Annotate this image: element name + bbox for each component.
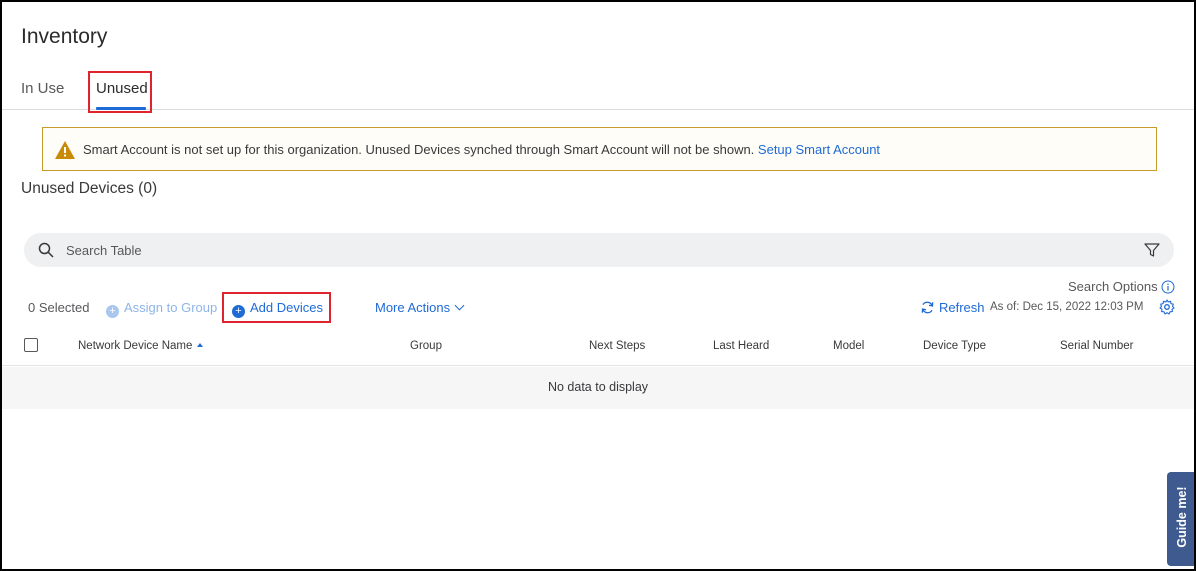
column-header-serial-number[interactable]: Serial Number — [1060, 340, 1134, 352]
refresh-button[interactable]: Refresh — [920, 300, 985, 315]
page-title: Inventory — [21, 25, 108, 48]
alert-message: Smart Account is not set up for this org… — [83, 142, 880, 157]
last-updated-timestamp: As of: Dec 15, 2022 12:03 PM — [990, 301, 1144, 313]
empty-table-message: No data to display — [547, 380, 649, 394]
column-header-group[interactable]: Group — [410, 340, 442, 352]
add-devices-highlight: + Add Devices — [222, 292, 331, 323]
table-header: Network Device Name Group Next Steps Las… — [2, 332, 1194, 366]
empty-table-row: No data to display — [2, 367, 1194, 409]
tab-unused-highlight — [88, 71, 152, 113]
guide-me-label: Guide me! — [1175, 486, 1189, 548]
setup-smart-account-link[interactable]: Setup Smart Account — [758, 142, 880, 157]
column-header-next-steps[interactable]: Next Steps — [589, 340, 645, 352]
filter-icon[interactable] — [1144, 242, 1160, 258]
sort-ascending-icon — [197, 343, 204, 347]
search-bar — [24, 233, 1174, 267]
selected-count: 0 Selected — [28, 300, 90, 315]
tab-bar: In Use Unused — [2, 66, 1194, 113]
warning-icon — [55, 141, 75, 159]
column-header-model[interactable]: Model — [833, 340, 864, 352]
chevron-down-icon — [454, 300, 465, 311]
column-label: Network Device Name — [78, 340, 193, 352]
tab-in-use[interactable]: In Use — [21, 80, 64, 97]
refresh-label: Refresh — [939, 300, 985, 315]
gear-icon[interactable] — [1159, 299, 1175, 315]
column-header-network-device-name[interactable]: Network Device Name — [78, 340, 204, 352]
column-header-last-heard[interactable]: Last Heard — [713, 340, 769, 352]
table-toolbar: 0 Selected + Assign to Group + Add Devices… — [2, 292, 1194, 324]
assign-to-group-label: Assign to Group — [124, 300, 218, 315]
plus-circle-icon: + — [232, 305, 245, 318]
search-icon — [38, 242, 54, 258]
add-devices-label: Add Devices — [250, 300, 323, 315]
app-frame: Inventory In Use Unused Smart Account is… — [0, 0, 1196, 571]
more-actions-label: More Actions — [375, 300, 451, 315]
column-header-device-type[interactable]: Device Type — [923, 340, 986, 352]
plus-circle-icon: + — [106, 305, 119, 318]
alert-message-text: Smart Account is not set up for this org… — [83, 142, 755, 157]
guide-me-button[interactable]: Guide me! — [1167, 472, 1194, 566]
add-devices-button[interactable]: + Add Devices — [232, 300, 323, 318]
smart-account-alert: Smart Account is not set up for this org… — [42, 127, 1157, 171]
section-title: Unused Devices (0) — [21, 180, 158, 197]
refresh-icon — [921, 301, 934, 314]
more-actions-dropdown[interactable]: More Actions — [375, 300, 465, 315]
select-all-checkbox[interactable] — [24, 338, 38, 352]
search-input[interactable] — [66, 233, 1116, 267]
assign-to-group-button[interactable]: + Assign to Group — [106, 300, 217, 318]
